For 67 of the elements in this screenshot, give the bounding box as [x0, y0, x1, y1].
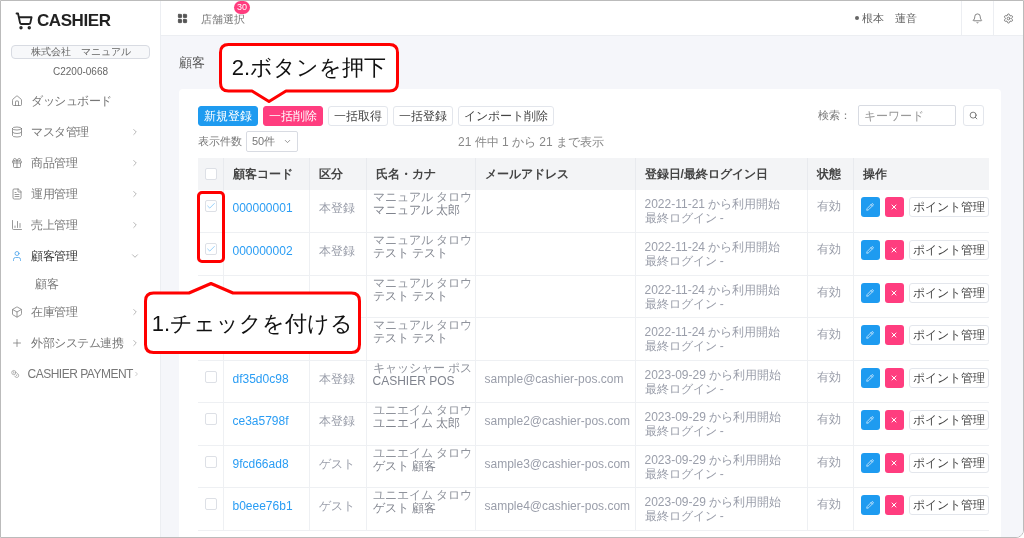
status-cell: 有効	[816, 284, 841, 299]
company-code: C2200-0668	[51, 65, 109, 79]
callout-text: 1.チェックを付ける	[151, 310, 354, 338]
registration-date: 2023-09-29 から利用開始	[644, 367, 783, 382]
email-cell: sample3@cashier-pos.com	[484, 456, 631, 471]
logo-text: CASHIER	[37, 10, 111, 33]
table-cell: ゲスト	[318, 499, 355, 513]
email-cell: sample@cashier-pos.com	[484, 371, 624, 386]
last-login: 最終ログイン -	[644, 296, 725, 311]
status-cell: 有効	[816, 199, 841, 213]
page-title: 顧客	[179, 53, 205, 72]
email-cell: sample2@cashier-pos.com	[484, 414, 631, 428]
callout-text: 2.ボタンを押下	[231, 53, 387, 82]
registration-date: 2023-09-29 から利用開始	[644, 452, 783, 467]
last-login: 最終ログイン -	[644, 339, 725, 353]
table-cell: 本登録	[318, 201, 355, 215]
search-label: 検索：	[818, 108, 851, 124]
customer-name: ゲスト 顧客	[372, 502, 437, 515]
customer-name: CASHIER POS	[372, 374, 455, 388]
customer-name: テスト テスト	[372, 332, 449, 345]
column-header: 区分	[318, 167, 343, 181]
furigana-text: ユニエイム タロウ	[372, 489, 473, 502]
registration-date: 2022-11-24 から利用開始	[644, 282, 782, 297]
notification-badge: 30	[234, 1, 250, 14]
furigana-text: マニュアル タロウ	[372, 191, 473, 204]
customer-name: マニュアル 太郎	[372, 204, 461, 217]
customer-name: ユニエイム 太郎	[372, 417, 461, 430]
furigana-text: マニュアル タロウ	[372, 234, 473, 247]
furigana-text: キャッシャー ポス	[372, 361, 473, 375]
company-name: 株式会社 マニュアル	[11, 45, 150, 59]
status-cell: 有効	[816, 369, 841, 384]
customer-name: テスト テスト	[372, 289, 449, 303]
furigana-text: マニュアル タロウ	[372, 319, 473, 332]
record-summary: 21 件中 1 から 21 まで表示	[458, 133, 605, 151]
column-header: メールアドレス	[484, 167, 569, 181]
column-header: 登録日/最終ログイン日	[644, 167, 768, 181]
last-login: 最終ログイン -	[644, 424, 725, 438]
table-cell: 本登録	[318, 371, 355, 386]
registration-date: 2023-09-29 から利用開始	[644, 410, 783, 424]
last-login: 最終ログイン -	[644, 254, 725, 268]
registration-date: 2022-11-21 から利用開始	[644, 197, 782, 211]
column-header: 顧客コード	[232, 167, 293, 181]
furigana-text: ユニエイム タロウ	[372, 446, 473, 460]
last-login: 最終ログイン -	[644, 466, 725, 481]
furigana-text: マニュアル タロウ	[372, 276, 473, 290]
column-header: 操作	[862, 167, 887, 181]
email-cell: sample4@cashier-pos.com	[484, 499, 631, 513]
column-header: 氏名・カナ	[375, 167, 436, 181]
status-cell: 有効	[816, 242, 841, 256]
last-login: 最終ログイン -	[644, 211, 725, 225]
table-cell: ゲスト	[318, 456, 355, 471]
customer-name: テスト テスト	[372, 247, 449, 260]
status-cell: 有効	[816, 412, 841, 426]
table-cell: 本登録	[318, 414, 355, 428]
registration-date: 2023-09-29 から利用開始	[644, 495, 783, 509]
status-cell: 有効	[816, 327, 841, 341]
last-login: 最終ログイン -	[644, 381, 725, 396]
status-cell: 有効	[816, 454, 841, 469]
last-login: 最終ログイン -	[644, 509, 725, 523]
page-size-label: 表示件数	[198, 134, 242, 150]
registration-date: 2022-11-24 から利用開始	[644, 240, 782, 254]
customer-name: ゲスト 顧客	[372, 459, 437, 473]
table-cell: 本登録	[318, 244, 355, 258]
registration-date: 2022-11-24 から利用開始	[644, 325, 782, 339]
furigana-text: ユニエイム タロウ	[372, 404, 473, 417]
status-cell: 有効	[816, 497, 841, 511]
column-header: 状態	[816, 167, 841, 181]
